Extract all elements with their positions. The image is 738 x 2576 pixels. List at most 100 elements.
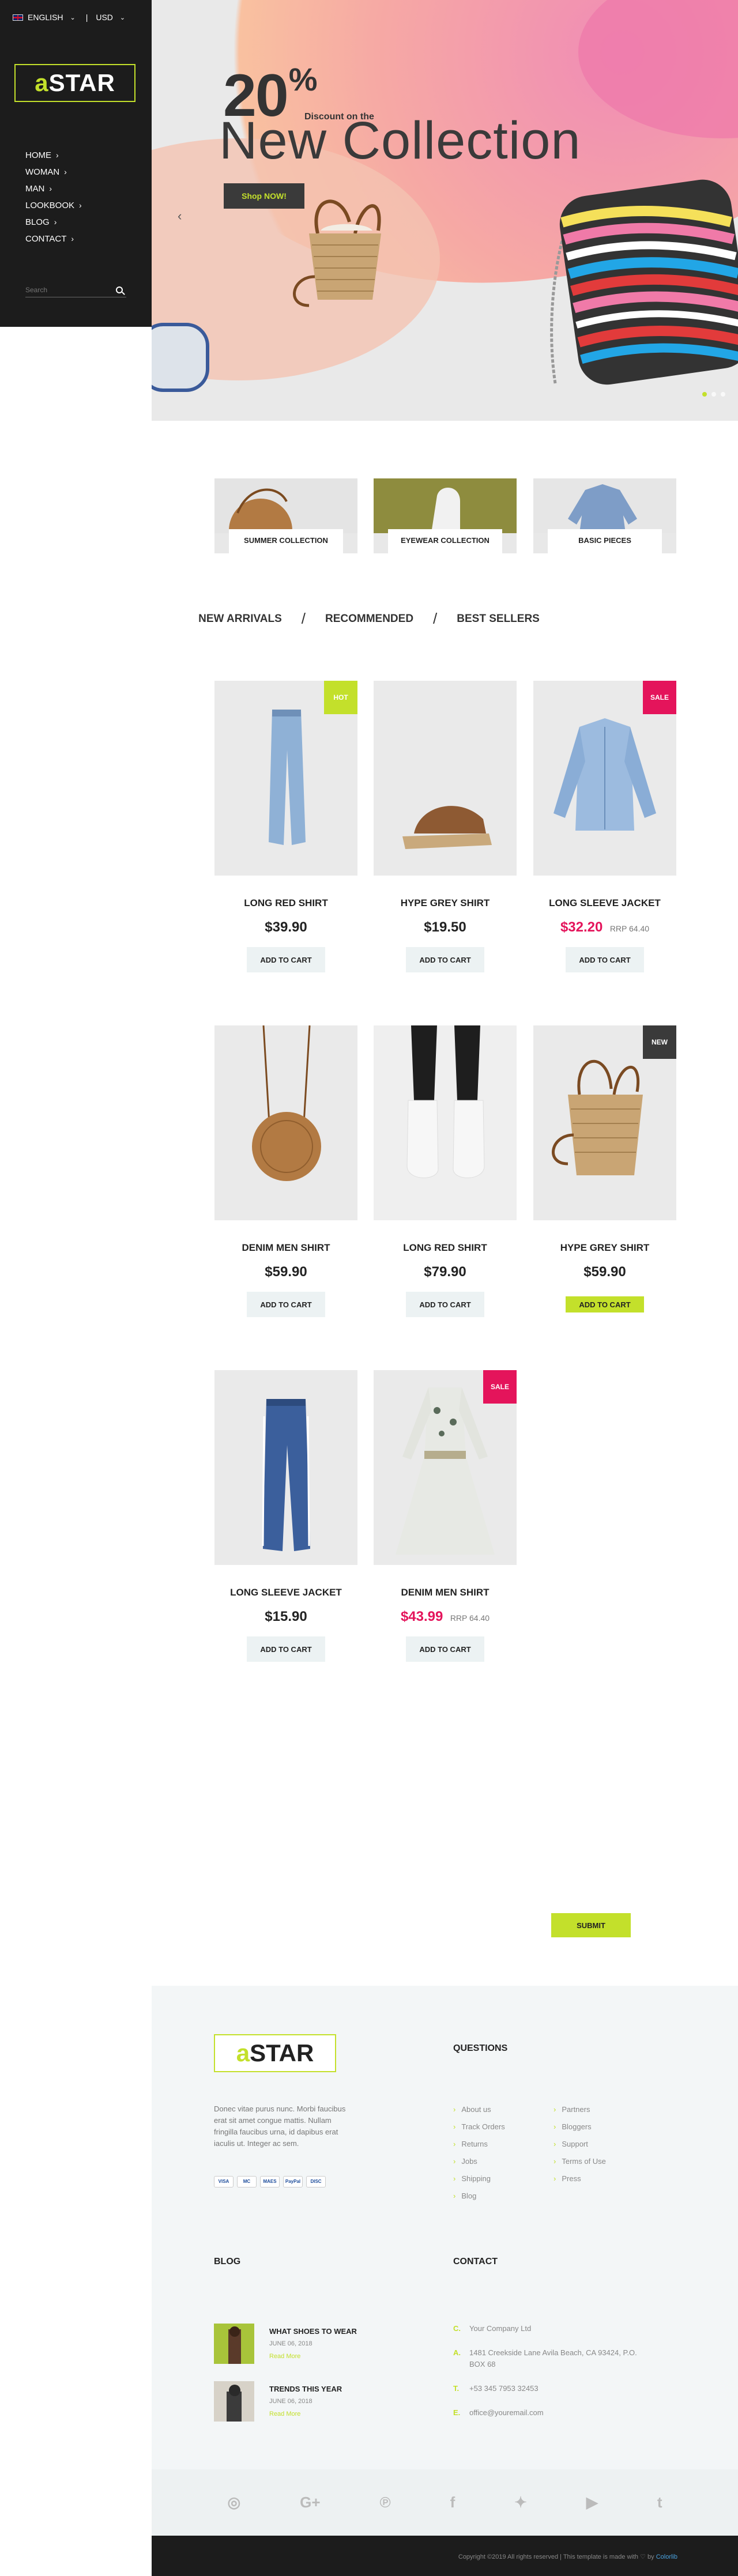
product-name[interactable]: LONG SLEEVE JACKET — [214, 1587, 357, 1598]
product-price-row: $39.90 — [214, 919, 357, 937]
product-image[interactable]: SALE — [374, 1370, 517, 1565]
product-card[interactable]: LONG RED SHIRT $79.90 ADD TO CART — [374, 1025, 517, 1317]
contact-phone[interactable]: T. +53 345 7953 32453 — [453, 2383, 638, 2394]
product-image[interactable] — [214, 1370, 357, 1565]
category-label: BASIC PIECES — [548, 529, 662, 553]
product-card[interactable]: DENIM MEN SHIRT $59.90 ADD TO CART — [214, 1025, 357, 1317]
product-name[interactable]: LONG SLEEVE JACKET — [533, 897, 676, 909]
product-card[interactable]: NEW HYPE GREY SHIRT $59.90 ADD TO CART — [533, 1025, 676, 1312]
tab-new-arrivals[interactable]: NEW ARRIVALS — [198, 613, 282, 625]
footer-link[interactable]: Bloggers — [554, 2118, 606, 2136]
product-price-row: $15.90 — [214, 1609, 357, 1626]
add-to-cart-button[interactable]: ADD TO CART — [247, 1636, 325, 1662]
language-selector[interactable]: ENGLISH — [28, 13, 63, 22]
footer-link[interactable]: About us — [453, 2101, 505, 2118]
read-more-link[interactable]: Read More — [269, 2411, 342, 2417]
blog-post-thumbnail[interactable] — [214, 2324, 254, 2364]
add-to-cart-button[interactable]: ADD TO CART — [406, 1292, 484, 1317]
footer-link[interactable]: Track Orders — [453, 2118, 504, 2136]
product-name[interactable]: DENIM MEN SHIRT — [374, 1587, 517, 1598]
add-to-cart-button[interactable]: ADD TO CART — [247, 1292, 325, 1317]
product-card[interactable]: LONG SLEEVE JACKET $15.90 ADD TO CART — [214, 1370, 357, 1662]
footer-link[interactable]: Blog — [453, 2187, 505, 2205]
footer-link[interactable]: Terms of Use — [554, 2153, 606, 2170]
footer-link[interactable]: Partners — [554, 2101, 606, 2118]
product-name[interactable]: LONG RED SHIRT — [374, 1242, 517, 1254]
add-to-cart-button[interactable]: ADD TO CART — [566, 1296, 644, 1312]
youtube-icon[interactable]: ▶ — [586, 2494, 598, 2511]
footer-link[interactable]: Returns — [453, 2136, 505, 2153]
product-image[interactable] — [374, 681, 517, 876]
tab-best-sellers[interactable]: BEST SELLERS — [457, 613, 540, 625]
product-price-row: $79.90 — [374, 1264, 517, 1281]
blog-post-title[interactable]: WHAT SHOES TO WEAR — [269, 2327, 357, 2336]
add-to-cart-button[interactable]: ADD TO CART — [247, 947, 325, 972]
menu-item-man[interactable]: MAN › — [25, 180, 82, 197]
product-price: $19.50 — [424, 919, 466, 935]
search-box — [25, 282, 126, 297]
product-card[interactable]: HOT LONG RED SHIRT $39.90 ADD TO CART — [214, 681, 357, 972]
contact-company: C. Your Company Ltd — [453, 2324, 532, 2333]
facebook-icon[interactable]: f — [450, 2494, 455, 2511]
carousel-dot[interactable] — [721, 392, 725, 397]
contact-email[interactable]: E. office@youremail.com — [453, 2407, 638, 2419]
menu-item-contact[interactable]: CONTACT › — [25, 231, 82, 247]
product-image[interactable]: NEW — [533, 1025, 676, 1220]
chevron-down-icon[interactable]: ⌄ — [70, 14, 75, 21]
footer-link[interactable]: Jobs — [453, 2153, 505, 2170]
category-card[interactable]: SUMMER COLLECTION — [214, 478, 357, 553]
menu-item-lookbook[interactable]: LOOKBOOK › — [25, 197, 82, 214]
chevron-right-icon: › — [54, 217, 57, 227]
submit-button[interactable]: SUBMIT — [551, 1913, 631, 1937]
site-logo[interactable]: a STAR — [14, 64, 135, 102]
category-card[interactable]: BASIC PIECES — [533, 478, 676, 553]
blog-post-thumbnail[interactable] — [214, 2381, 254, 2422]
product-name[interactable]: HYPE GREY SHIRT — [374, 897, 517, 909]
sandal-image — [402, 806, 492, 849]
carousel-dot[interactable] — [702, 392, 707, 397]
menu-item-home[interactable]: HOME › — [25, 147, 82, 164]
footer-link[interactable]: Press — [554, 2170, 606, 2187]
carousel-dot[interactable] — [711, 392, 716, 397]
menu-item-woman[interactable]: WOMAN › — [25, 164, 82, 180]
menu-item-blog[interactable]: BLOG › — [25, 214, 82, 231]
tab-recommended[interactable]: RECOMMENDED — [325, 613, 413, 625]
blog-heading: BLOG — [214, 2257, 241, 2266]
blog-post[interactable]: WHAT SHOES TO WEAR JUNE 06, 2018 Read Mo… — [214, 2324, 357, 2364]
colorlib-link[interactable]: Colorlib — [656, 2554, 677, 2560]
product-name[interactable]: LONG RED SHIRT — [214, 897, 357, 909]
product-image[interactable] — [214, 1025, 357, 1220]
chevron-down-icon[interactable]: ⌄ — [120, 14, 125, 21]
carousel-prev-arrow[interactable]: ‹ — [178, 209, 182, 224]
blog-post-title[interactable]: TRENDS THIS YEAR — [269, 2385, 342, 2393]
instagram-icon[interactable]: ◎ — [227, 2494, 240, 2511]
product-price-row: $32.20 RRP 64.40 — [533, 919, 676, 937]
product-image[interactable]: HOT — [214, 681, 357, 876]
tumblr-icon[interactable]: t — [657, 2494, 662, 2511]
dark-jeans-image — [262, 1399, 310, 1551]
product-image[interactable] — [374, 1025, 517, 1220]
product-card[interactable]: SALE LONG SLEEVE JACKET $32.20 RRP 64.40… — [533, 681, 676, 972]
blog-post[interactable]: TRENDS THIS YEAR JUNE 06, 2018 Read More — [214, 2381, 342, 2422]
bottom-bar: Copyright ©2019 All rights reserved | Th… — [152, 2536, 738, 2576]
twitter-icon[interactable]: ✦ — [514, 2494, 527, 2511]
search-input[interactable] — [25, 285, 116, 294]
product-image[interactable]: SALE — [533, 681, 676, 876]
footer-link[interactable]: Shipping — [453, 2170, 505, 2187]
product-card[interactable]: HYPE GREY SHIRT $19.50 ADD TO CART — [374, 681, 517, 972]
pinterest-icon[interactable]: ℗ — [379, 2494, 390, 2511]
product-card[interactable]: SALE DENIM MEN SHIRT $43.99 RRP 64.40 AD… — [374, 1370, 517, 1662]
google-plus-icon[interactable]: G+ — [300, 2494, 320, 2511]
currency-selector[interactable]: USD — [96, 13, 113, 22]
search-icon[interactable] — [116, 286, 123, 293]
add-to-cart-button[interactable]: ADD TO CART — [406, 1636, 484, 1662]
add-to-cart-button[interactable]: ADD TO CART — [566, 947, 644, 972]
category-card[interactable]: EYEWEAR COLLECTION — [374, 478, 517, 553]
questions-links-col1: About us Track Orders Returns Jobs Shipp… — [453, 2101, 505, 2205]
footer-link[interactable]: Support — [554, 2136, 606, 2153]
footer-logo[interactable]: a STAR — [214, 2034, 336, 2072]
product-name[interactable]: DENIM MEN SHIRT — [214, 1242, 357, 1254]
read-more-link[interactable]: Read More — [269, 2353, 357, 2360]
product-name[interactable]: HYPE GREY SHIRT — [533, 1242, 676, 1254]
add-to-cart-button[interactable]: ADD TO CART — [406, 947, 484, 972]
